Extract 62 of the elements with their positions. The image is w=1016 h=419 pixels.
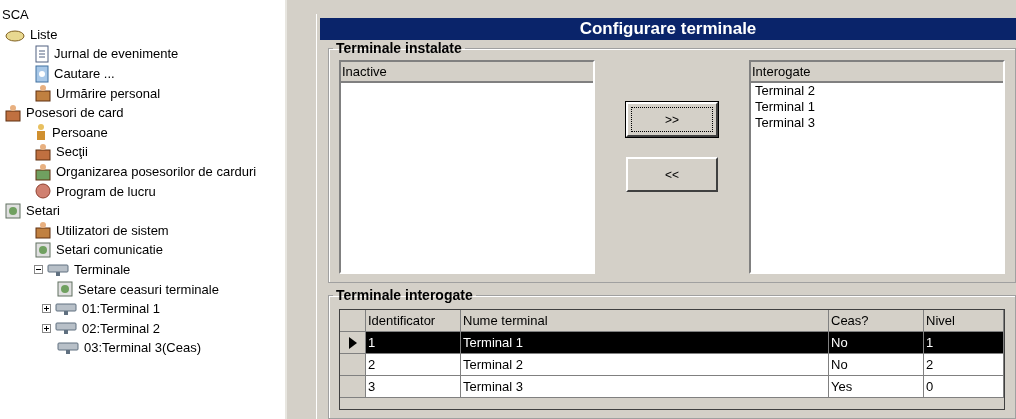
table-cell: No [829,354,924,376]
tree-item[interactable]: 01:Terminal 1 [82,301,161,317]
tree-item[interactable]: Setari [26,203,60,219]
table-cell: No [829,332,924,354]
column-header[interactable]: Ceas? [829,310,924,332]
people-icon [34,142,52,161]
tree-item[interactable]: Secţii [56,144,88,160]
move-button[interactable]: << [626,157,718,192]
tree-item[interactable]: Organizarea posesorilor de carduri [56,164,257,180]
people-icon [34,162,52,181]
computer-icon [46,261,70,278]
tree-item[interactable]: Terminale [74,262,131,277]
people-icon [34,84,52,103]
tree-item[interactable]: Persoane [52,124,108,140]
table-cell: 1 [366,332,461,354]
column-header[interactable]: Nivel [924,310,1004,332]
document-icon [34,45,50,63]
document-icon [34,64,50,83]
tree-item[interactable]: Utilizatori de sistem [56,222,169,238]
list-item[interactable]: Terminal 3 [751,115,1003,131]
panel-title: Configurare terminale [320,18,1016,40]
list-item[interactable]: Terminal 2 [751,83,1003,99]
tree-item[interactable]: Posesori de card [26,105,124,121]
table-cell: 2 [366,354,461,376]
collapse-toggle[interactable] [34,265,43,274]
people-icon [34,221,52,240]
row-pointer-icon [348,336,357,349]
table-cell: 1 [924,332,1004,354]
move-button[interactable]: >> [626,102,718,137]
list-header: Interogate [751,62,1003,83]
table-cell: Terminal 1 [461,332,829,354]
table-cell: Yes [829,376,924,398]
tree-item[interactable]: Setare ceasuri terminale [78,281,219,297]
tree-item[interactable]: Urmărire personal [56,85,161,101]
tree-item[interactable]: Setari comunicatie [56,242,163,258]
group-title: Terminale interogate [335,287,474,303]
computer-icon [54,300,78,317]
tree-item[interactable]: Jurnal de evenimente [54,46,179,62]
tree-item[interactable]: 03:Terminal 3(Ceas) [84,340,202,356]
list-item[interactable]: Terminal 1 [751,99,1003,115]
list-box[interactable]: Interogate Terminal 2 Terminal 1 Terminal 3 [749,60,1005,274]
tree-item[interactable]: Cautare ... [54,66,115,82]
tree-root[interactable]: SCA [2,7,29,23]
table-cell: 3 [366,376,461,398]
expand-toggle[interactable] [42,323,51,333]
tree-item[interactable]: 02:Terminal 2 [82,320,161,336]
expand-toggle[interactable] [42,304,51,314]
people-icon [4,103,22,122]
tree-item[interactable]: Liste [30,26,58,42]
table-cell: 0 [924,376,1004,398]
list-header: Inactive [341,62,593,83]
column-header[interactable]: Nume terminal [461,310,829,332]
group-title: Terminale instalate [335,40,463,56]
computer-icon [54,320,78,337]
column-header[interactable]: Identificator [366,310,461,332]
tree-item[interactable]: Program de lucru [56,183,156,199]
person-icon [34,123,48,142]
list-box[interactable]: Inactive [339,60,595,274]
table-cell: Terminal 3 [461,376,829,398]
table-cell: 2 [924,354,1004,376]
computer-icon [56,339,80,356]
table-cell: Terminal 2 [461,354,829,376]
